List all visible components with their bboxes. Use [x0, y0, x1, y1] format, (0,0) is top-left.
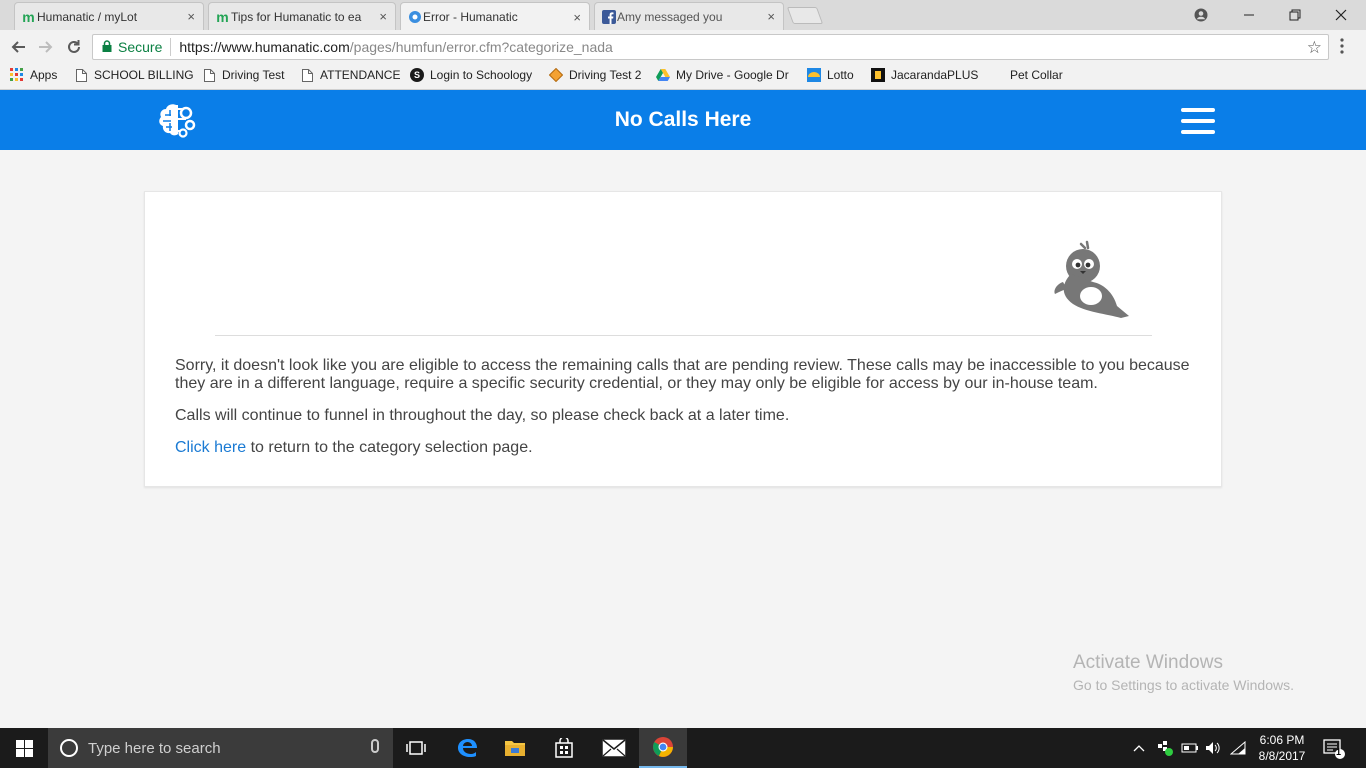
site-header: No Calls Here — [0, 90, 1366, 150]
windows-taskbar: Type here to search 6:06 PM 8/8/2017 1 — [0, 728, 1366, 768]
bookmark-label: Lotto — [827, 68, 854, 82]
bookmark-apps[interactable]: Apps — [10, 68, 57, 82]
show-hidden-icons-chevron-icon[interactable] — [1133, 728, 1145, 768]
tab-title: Error - Humanatic — [423, 10, 518, 24]
activate-windows-subtitle: Go to Settings to activate Windows. — [1073, 677, 1294, 693]
apps-grid-icon — [10, 68, 24, 82]
browser-tab[interactable]: m Humanatic / myLot × — [14, 2, 204, 30]
reload-button[interactable] — [62, 35, 86, 59]
new-tab-button[interactable] — [786, 7, 824, 24]
close-tab-icon[interactable]: × — [379, 9, 387, 24]
bookmark-label: Driving Test 2 — [569, 68, 642, 82]
activate-windows-title: Activate Windows — [1073, 652, 1223, 673]
schoology-icon: S — [410, 68, 424, 82]
browser-tab[interactable]: m Tips for Humanatic to ea × — [208, 2, 396, 30]
lotto-icon — [807, 68, 821, 82]
secure-label: Secure — [118, 39, 163, 55]
minimize-button[interactable] — [1226, 0, 1272, 30]
error-card: Sorry, it doesn't look like you are elig… — [144, 191, 1222, 487]
page-icon — [300, 68, 314, 82]
bookmark-star-icon[interactable]: ☆ — [1307, 38, 1322, 58]
close-tab-icon[interactable]: × — [767, 9, 775, 24]
bookmark-label: JacarandaPLUS — [891, 68, 979, 82]
cortana-icon — [60, 739, 78, 757]
url-host: https://www.humanatic.com — [179, 39, 350, 55]
mail-icon[interactable] — [590, 728, 638, 768]
close-window-button[interactable] — [1318, 0, 1364, 30]
restore-button[interactable] — [1272, 0, 1318, 30]
bookmark-driving-test[interactable]: Driving Test — [202, 68, 284, 82]
mylot-m-icon: m — [216, 8, 229, 25]
bookmark-label: Apps — [30, 68, 58, 82]
bookmark-label: SCHOOL BILLING — [94, 68, 194, 82]
divider — [215, 335, 1152, 336]
lock-icon — [102, 39, 112, 55]
facebook-icon — [601, 9, 616, 24]
diamond-icon — [549, 68, 563, 82]
start-button[interactable] — [0, 728, 48, 768]
browser-tab-active[interactable]: Error - Humanatic × — [400, 2, 590, 31]
tab-title: Humanatic / myLot — [37, 9, 138, 24]
bookmark-label: Login to Schoology — [430, 68, 533, 82]
address-bar[interactable]: Secure https://www.humanatic.com /pages/… — [92, 34, 1329, 60]
bookmark-pet-collar[interactable]: Pet Collar — [1010, 68, 1063, 82]
ineligible-message: Sorry, it doesn't look like you are elig… — [175, 357, 1190, 392]
mylot-m-icon: m — [22, 8, 35, 25]
bookmark-google-drive[interactable]: My Drive - Google Dr — [656, 68, 792, 82]
bookmark-label: Pet Collar — [1010, 68, 1063, 82]
bookmark-schoology[interactable]: S Login to Schoology — [410, 68, 532, 82]
profile-icon[interactable] — [1178, 0, 1224, 30]
wifi-icon[interactable] — [1230, 728, 1246, 768]
task-view-icon[interactable] — [392, 728, 440, 768]
browser-menu-icon[interactable] — [1340, 38, 1344, 59]
forward-button[interactable] — [34, 35, 58, 59]
bookmark-driving-test-2[interactable]: Driving Test 2 — [549, 68, 641, 82]
volume-icon[interactable] — [1205, 728, 1221, 768]
return-message: Click here to return to the category sel… — [175, 439, 1205, 457]
close-tab-icon[interactable]: × — [187, 9, 195, 24]
page-icon — [202, 68, 216, 82]
page-title: No Calls Here — [614, 108, 752, 131]
address-separator — [170, 38, 172, 56]
back-button[interactable] — [6, 35, 30, 59]
tab-title: Tips for Humanatic to ea — [231, 9, 362, 24]
bookmarks-bar: Apps SCHOOL BILLING Driving Test ATTENDA… — [0, 64, 1366, 90]
action-center-icon[interactable]: 1 — [1322, 728, 1346, 768]
bookmark-label: My Drive - Google Dr — [676, 68, 789, 82]
battery-icon[interactable] — [1181, 728, 1199, 768]
page-icon — [74, 68, 88, 82]
chrome-icon[interactable] — [639, 728, 687, 768]
return-message-text: to return to the category selection page… — [246, 439, 533, 456]
close-tab-icon[interactable]: × — [573, 10, 581, 25]
store-icon[interactable] — [540, 728, 588, 768]
jacaranda-icon — [871, 68, 885, 82]
file-explorer-icon[interactable] — [491, 728, 539, 768]
check-back-message: Calls will continue to funnel in through… — [175, 407, 790, 424]
security-tray-icon[interactable] — [1156, 728, 1174, 768]
humanatic-brain-icon — [407, 9, 422, 24]
bookmark-jacaranda[interactable]: JacarandaPLUS — [871, 68, 978, 82]
click-here-link[interactable]: Click here — [175, 439, 246, 456]
browser-toolbar: Secure https://www.humanatic.com /pages/… — [0, 30, 1366, 64]
clock-time: 6:06 PM — [1259, 733, 1305, 747]
search-placeholder: Type here to search — [88, 739, 221, 757]
notification-count: 1 — [1336, 747, 1342, 757]
url-path: /pages/humfun/error.cfm?categorize_nada — [349, 39, 613, 55]
bird-mascot-icon — [1053, 238, 1139, 324]
microphone-icon[interactable] — [371, 739, 379, 753]
browser-tab-strip: m Humanatic / myLot × m Tips for Humanat… — [0, 0, 1366, 31]
bookmark-label: ATTENDANCE — [320, 68, 401, 82]
hamburger-menu-icon[interactable] — [1181, 108, 1215, 134]
tab-title: Amy messaged you — [617, 9, 723, 24]
edge-browser-icon[interactable] — [443, 728, 491, 768]
google-drive-icon — [656, 68, 670, 82]
taskbar-search-box[interactable]: Type here to search — [48, 728, 393, 768]
clock-date: 8/8/2017 — [1258, 749, 1306, 763]
bookmark-label: Driving Test — [222, 68, 285, 82]
browser-tab[interactable]: Amy messaged you × — [594, 2, 784, 30]
bookmark-attendance[interactable]: ATTENDANCE — [300, 68, 400, 82]
bookmark-school-billing[interactable]: SCHOOL BILLING — [74, 68, 194, 82]
system-clock[interactable]: 6:06 PM 8/8/2017 — [1252, 732, 1312, 764]
bookmark-lotto[interactable]: Lotto — [807, 68, 854, 82]
